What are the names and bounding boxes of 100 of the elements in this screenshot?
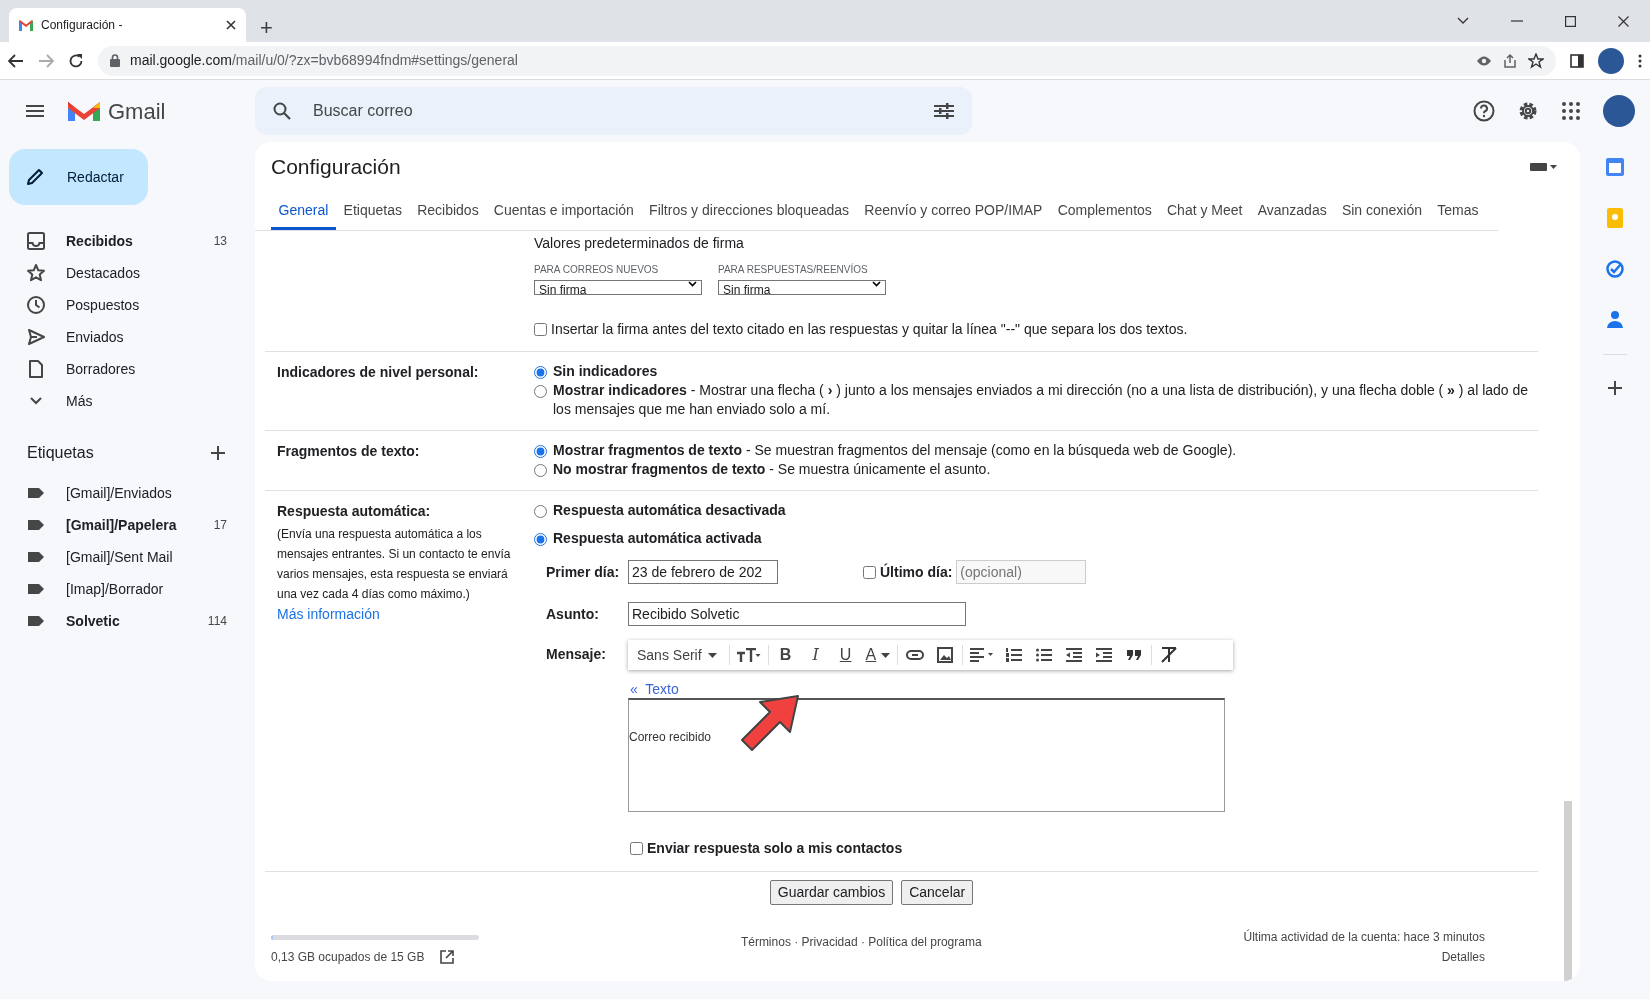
settings-icon[interactable]	[1517, 100, 1539, 122]
plus-icon[interactable]	[211, 446, 225, 460]
bold-button[interactable]: B	[770, 641, 801, 669]
sidebar-item[interactable]: [Imap]/Borrador	[0, 573, 240, 605]
address-bar[interactable]: mail.google.com/mail/u/0/?zx=bvb68994fndm#settings/general	[98, 45, 1556, 76]
settings-tab[interactable]: General	[271, 192, 336, 230]
checkmark-circle-icon[interactable]	[1606, 260, 1624, 278]
sidebar-item[interactable]: [Gmail]/Sent Mail	[0, 541, 240, 573]
storage-text: 0,13 GB ocupados de 15 GB	[271, 949, 425, 966]
back-arrow-icon[interactable]	[8, 53, 24, 68]
browser-tab[interactable]: Configuración -	[9, 8, 246, 42]
search-field[interactable]: Buscar correo	[311, 98, 914, 124]
sidebar-item[interactable]: Pospuestos	[0, 289, 240, 321]
signature-dropdown[interactable]: Sin firma	[534, 280, 702, 295]
settings-tab[interactable]: Sin conexión	[1334, 192, 1430, 230]
cancel-button[interactable]: Cancelar	[901, 880, 974, 905]
save-button[interactable]: Guardar cambios	[769, 880, 894, 905]
star-icon[interactable]	[1528, 52, 1544, 69]
settings-tab[interactable]: Recibidos	[409, 192, 487, 230]
avatar[interactable]	[1603, 95, 1635, 127]
caret-icon	[688, 281, 697, 287]
plain-text-link[interactable]: « Texto	[630, 679, 679, 700]
settings-tab[interactable]: Avanzadas	[1250, 192, 1335, 230]
url-text: mail.google.com/mail/u/0/?zx=bvb68994fndm#settings/general	[130, 51, 518, 70]
footer-links[interactable]: Términos · Privacidad · Política del programa	[740, 933, 982, 951]
field-label: Último día:	[880, 562, 953, 582]
field-label: Primer día:	[546, 562, 621, 582]
close-icon[interactable]	[226, 20, 236, 30]
close-icon[interactable]	[1618, 15, 1629, 27]
italic-button[interactable]: I	[800, 641, 831, 669]
send-icon	[26, 327, 46, 347]
settings-tab[interactable]: Filtros y direcciones bloqueadas	[641, 192, 857, 230]
more-options-icon[interactable]	[1638, 53, 1642, 68]
search-bar[interactable]: Buscar correo	[255, 87, 972, 135]
menu-icon[interactable]	[26, 105, 44, 117]
option-label: No mostrar fragmentos de texto - Se muestra únicamente el asunto.	[553, 460, 991, 479]
apps-grid-icon[interactable]	[1561, 101, 1581, 121]
avatar[interactable]	[1598, 47, 1624, 74]
radio-button[interactable]	[534, 533, 547, 546]
radio-button[interactable]	[534, 366, 547, 379]
search-icon[interactable]	[273, 102, 291, 120]
signature-dropdown[interactable]: Sin firma	[718, 280, 886, 295]
settings-tab[interactable]: Etiquetas	[336, 192, 410, 230]
help-icon[interactable]	[1473, 100, 1495, 122]
person-icon[interactable]	[1607, 310, 1623, 328]
align-left-icon	[970, 648, 995, 662]
maximize-icon[interactable]	[1565, 15, 1576, 27]
calendar-icon[interactable]	[1606, 158, 1624, 176]
sidebar-item[interactable]: [Gmail]/Enviados	[0, 477, 240, 509]
sidebar-item[interactable]: Solvetic 114	[0, 605, 240, 637]
sidebar-item[interactable]: Enviados	[0, 321, 240, 353]
details-link[interactable]: Detalles	[1243, 947, 1485, 967]
radio-button[interactable]	[534, 505, 547, 518]
checkbox[interactable]	[630, 842, 643, 855]
scrollbar[interactable]	[1564, 801, 1572, 981]
plus-icon[interactable]	[1608, 381, 1622, 395]
eye-icon[interactable]	[1476, 54, 1492, 67]
radio-button[interactable]	[534, 385, 547, 398]
compose-button[interactable]: Redactar	[9, 149, 148, 205]
radio-button[interactable]	[534, 464, 547, 477]
text-color-button[interactable]: A	[860, 641, 896, 669]
radio-button[interactable]	[534, 445, 547, 458]
sidebar-item[interactable]: Destacados	[0, 257, 240, 289]
underline-button[interactable]: U	[830, 641, 861, 669]
option-label: Sin indicadores	[553, 362, 658, 381]
sidebar-item[interactable]: Más	[0, 385, 240, 417]
section-heading: Etiquetas	[27, 443, 94, 463]
clear-formatting-icon	[1161, 647, 1178, 663]
new-tab-button[interactable]: +	[260, 17, 273, 39]
learn-more-link[interactable]: Más información	[277, 606, 380, 622]
settings-tab[interactable]: Chat y Meet	[1159, 192, 1251, 230]
sidebar-item[interactable]: Recibidos 13	[0, 225, 240, 257]
checkbox[interactable]	[863, 565, 876, 579]
subject-field[interactable]: Recibido Solvetic	[628, 602, 966, 626]
option-label: Respuesta automática desactivada	[553, 501, 786, 520]
sidebar-item[interactable]: [Gmail]/Papelera 17	[0, 509, 240, 541]
filter-options-icon[interactable]	[934, 103, 954, 119]
side-panel-icon[interactable]	[1570, 53, 1584, 68]
external-link-icon[interactable]	[440, 950, 455, 964]
option-label: Mostrar indicadores - Mostrar una flecha ( › ) junto a los mensajes enviados a mi dirección (no a una lista de distribución), y una flecha doble ( » ) al lado de los mensajes que me han enviado solo a mí.	[553, 381, 1530, 419]
numbered-list-icon	[1006, 648, 1023, 662]
option-label: Mostrar fragmentos de texto - Se muestran fragmentos del mensaje (como en la búsqueda web de Google).	[553, 441, 1237, 460]
font-dropdown[interactable]: Sans Serif	[632, 641, 727, 669]
document-icon	[26, 359, 46, 379]
checkbox[interactable]	[534, 323, 547, 336]
date-field[interactable]: 23 de febrero de 202	[628, 560, 778, 584]
caret-icon	[707, 652, 717, 658]
section-heading: Valores predeterminados de firma	[534, 234, 745, 253]
image-icon	[937, 647, 954, 663]
field-label: Asunto:	[546, 604, 600, 624]
chevron-down-icon[interactable]	[1457, 17, 1469, 25]
gmail-favicon-icon	[19, 19, 33, 31]
settings-tab[interactable]: Cuentas e importación	[486, 192, 642, 230]
keyboard-icon[interactable]	[1530, 162, 1558, 172]
settings-tab[interactable]: Complementos	[1050, 192, 1160, 230]
settings-tab[interactable]: Temas	[1429, 192, 1487, 230]
share-icon[interactable]	[1502, 52, 1518, 69]
sidebar-item[interactable]: Borradores	[0, 353, 240, 385]
reload-icon[interactable]	[68, 52, 84, 69]
settings-tab[interactable]: Reenvío y correo POP/IMAP	[856, 192, 1051, 230]
